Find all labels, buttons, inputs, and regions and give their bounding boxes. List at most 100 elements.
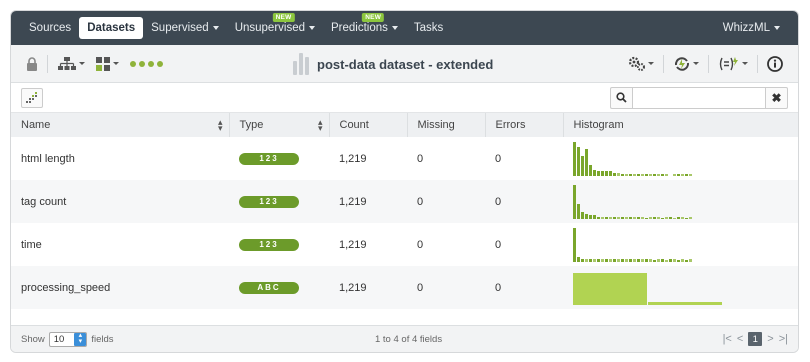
page-number-button[interactable]: 1 [748,332,763,346]
histogram-bar [645,173,648,176]
fields-table: Name ▴ ▾ Type ▴ ▾ Count Missing Errors Histo… [11,113,798,309]
chevron-down-icon [774,26,780,30]
field-name[interactable]: tag count [11,180,229,223]
histogram-bar [673,217,676,219]
column-header-count: Count [329,113,408,137]
field-name[interactable]: html length [11,137,229,180]
histogram-bar [597,258,600,262]
histogram-bar [585,213,588,219]
histogram-cell [563,266,798,309]
script-button[interactable] [713,53,753,75]
histogram-bar [621,173,624,176]
info-icon [767,55,783,72]
field-filter-button[interactable] [21,87,43,108]
fields-label: fields [91,333,114,345]
configure-button[interactable] [623,53,659,75]
page-title: post-data dataset - extended [317,56,494,72]
nav-tasks-label: Tasks [413,22,444,34]
histogram-bar [585,258,588,262]
table-row[interactable]: tag count 123 1,219 0 0 [11,180,798,223]
field-histogram[interactable] [573,227,788,262]
table-row[interactable]: html length 123 1,219 0 0 [11,137,798,180]
toolbar-divider [757,54,758,73]
field-histogram[interactable] [573,184,788,219]
nav-supervised[interactable]: Supervised [143,17,227,39]
toolbar-divider [708,54,709,73]
toolbar-divider [663,54,664,73]
prev-page-icon[interactable]: < [737,333,743,345]
column-header-label: Errors [495,119,526,131]
histogram-bar [625,216,628,219]
page-size-select[interactable]: 10 ▴ ▾ [48,331,88,347]
histogram-bar [641,173,644,176]
nav-supervised-label: Supervised [151,22,209,34]
histogram-bar [605,258,608,262]
histogram-bar [573,227,576,262]
info-button[interactable] [762,53,788,75]
first-page-icon[interactable]: |< [723,333,732,345]
histogram-bar [637,258,640,262]
field-type-cell: 123 [229,137,329,180]
filter-fields-icon [26,91,37,103]
nav-user-menu[interactable]: WhizzML [715,17,788,39]
gears-icon [628,56,645,71]
histogram-bar [629,173,632,176]
field-errors: 0 [495,152,502,165]
histogram-bar [589,164,592,176]
histogram-bar [633,258,636,262]
histogram-bar [685,259,688,262]
nav-predictions[interactable]: Predictions NEW [323,13,406,39]
histogram-bar [629,216,632,219]
histogram-bar [633,173,636,176]
column-header-type[interactable]: Type ▴ ▾ [229,113,330,137]
field-name[interactable]: time [11,223,229,266]
nav-predictions-label: Predictions [331,22,388,34]
table-row[interactable]: time 123 1,219 0 0 [11,223,798,266]
histogram-bar [669,258,672,262]
nav-datasets-label: Datasets [87,22,136,34]
nav-unsupervised[interactable]: Unsupervised NEW [227,13,323,39]
close-icon: ✖ [771,90,782,105]
histogram-bar [641,258,644,262]
field-name[interactable]: processing_speed [11,266,229,309]
last-page-icon[interactable]: >| [779,333,788,345]
nav-sources[interactable]: Sources [21,17,79,39]
field-count: 1,219 [339,238,367,251]
lock-button[interactable] [21,53,43,75]
histogram-bar [657,216,660,219]
chevron-down-icon [113,62,119,65]
histogram-bar [593,258,596,262]
search-box: ✖ [610,86,788,109]
nav-user-label: WhizzML [722,22,770,34]
sort-icon: ▴ ▾ [317,117,323,133]
top-nav: Sources Datasets Supervised Unsupervised… [11,11,798,45]
field-count: 1,219 [339,152,367,165]
histogram-bar [677,216,680,219]
progress-dot [139,60,145,67]
stepper-arrows-icon: ▴ ▾ [74,332,87,346]
histogram-bar [573,184,576,219]
histogram-bar [653,216,656,219]
field-missing: 0 [417,195,424,208]
field-histogram[interactable] [573,141,788,176]
field-histogram[interactable] [573,271,788,305]
histogram-bar [629,258,632,262]
nav-datasets[interactable]: Datasets [79,17,144,39]
histogram-bar [617,258,620,262]
search-button[interactable] [610,86,632,109]
column-header-name[interactable]: Name ▴ ▾ [11,113,230,137]
histogram-bar [673,173,676,176]
one-click-button[interactable] [668,53,704,75]
table-row[interactable]: processing_speed ABC 1,219 0 0 [11,266,798,309]
next-page-icon[interactable]: > [767,333,773,345]
dataset-actions-button[interactable] [90,53,124,75]
histogram-bar [648,301,722,305]
page-title-group: post-data dataset - extended [293,45,493,83]
nav-tasks[interactable]: Tasks [406,17,451,39]
histogram-bar [657,258,660,262]
column-header-label: Type [239,119,264,131]
histogram-bar [689,216,692,219]
model-config-button[interactable] [52,53,90,75]
search-input[interactable] [632,86,766,109]
clear-search-button[interactable]: ✖ [766,86,788,109]
